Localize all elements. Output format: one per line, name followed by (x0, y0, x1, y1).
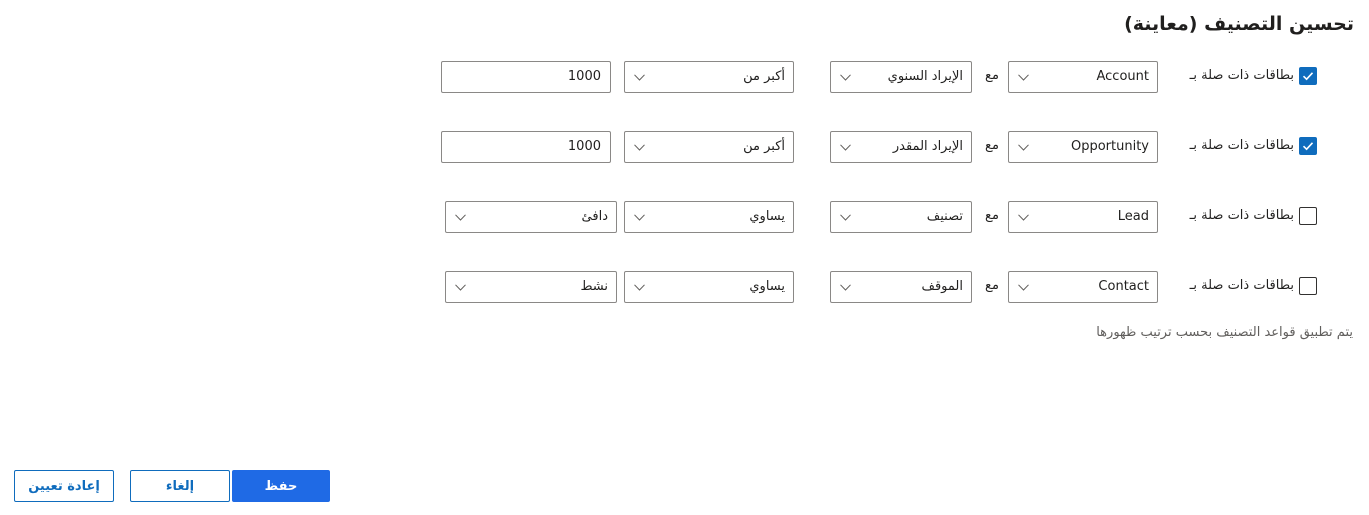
value-dropdown[interactable]: نشط (445, 271, 617, 303)
operator-value: يساوي (749, 209, 785, 224)
save-button[interactable]: حفظ (232, 470, 330, 502)
field-dropdown[interactable]: تصنيف (830, 201, 972, 233)
with-label: مع (985, 208, 999, 223)
value-dropdown[interactable]: دافئ (445, 201, 617, 233)
chevron-down-icon (455, 284, 466, 291)
checkmark-icon (1302, 142, 1314, 151)
chevron-down-icon (634, 214, 645, 221)
operator-value: يساوي (749, 279, 785, 294)
field-value: الإيراد المقدر (892, 139, 963, 154)
chevron-down-icon (455, 214, 466, 221)
rule-row: بطاقات ذات صلة بـ Account مع الإيراد الس… (0, 61, 1369, 93)
rule-label: بطاقات ذات صلة بـ (1189, 138, 1294, 153)
chevron-down-icon (634, 144, 645, 151)
chevron-down-icon (840, 144, 851, 151)
chevron-down-icon (1018, 144, 1029, 151)
operator-dropdown[interactable]: أكبر من (624, 131, 794, 163)
entity-dropdown[interactable]: Contact (1008, 271, 1158, 303)
chevron-down-icon (840, 74, 851, 81)
entity-value: Opportunity (1070, 139, 1149, 154)
rule-checkbox[interactable] (1299, 207, 1317, 225)
chevron-down-icon (840, 214, 851, 221)
field-value: الموقف (921, 279, 963, 294)
chevron-down-icon (634, 284, 645, 291)
value-text: 1000 (567, 69, 601, 84)
checkmark-icon (1302, 72, 1314, 81)
with-label: مع (985, 138, 999, 153)
rule-label: بطاقات ذات صلة بـ (1189, 278, 1294, 293)
field-dropdown[interactable]: الإيراد السنوي (830, 61, 972, 93)
value-text: 1000 (567, 139, 601, 154)
value-text: دافئ (581, 209, 608, 224)
field-dropdown[interactable]: الموقف (830, 271, 972, 303)
operator-dropdown[interactable]: يساوي (624, 271, 794, 303)
entity-value: Lead (1117, 209, 1149, 224)
page-title: تحسين التصنيف (معاينة) (1124, 13, 1354, 35)
rule-checkbox[interactable] (1299, 67, 1317, 85)
rules-order-note: يتم تطبيق قواعد التصنيف بحسب ترتيب ظهوره… (1096, 325, 1353, 340)
field-dropdown[interactable]: الإيراد المقدر (830, 131, 972, 163)
operator-value: أكبر من (743, 69, 785, 84)
with-label: مع (985, 68, 999, 83)
field-value: الإيراد السنوي (887, 69, 963, 84)
rule-row: بطاقات ذات صلة بـ Contact مع الموقف يساو… (0, 271, 1369, 303)
value-input[interactable]: 1000 (441, 131, 611, 163)
cancel-button[interactable]: إلغاء (130, 470, 230, 502)
value-text: نشط (580, 279, 608, 294)
entity-value: Contact (1098, 279, 1149, 294)
value-input[interactable]: 1000 (441, 61, 611, 93)
rule-label: بطاقات ذات صلة بـ (1189, 68, 1294, 83)
entity-dropdown[interactable]: Account (1008, 61, 1158, 93)
chevron-down-icon (1018, 74, 1029, 81)
chevron-down-icon (1018, 214, 1029, 221)
operator-value: أكبر من (743, 139, 785, 154)
rule-row: بطاقات ذات صلة بـ Lead مع تصنيف يساوي دا… (0, 201, 1369, 233)
entity-dropdown[interactable]: Lead (1008, 201, 1158, 233)
rule-row: بطاقات ذات صلة بـ Opportunity مع الإيراد… (0, 131, 1369, 163)
chevron-down-icon (1018, 284, 1029, 291)
operator-dropdown[interactable]: أكبر من (624, 61, 794, 93)
chevron-down-icon (840, 284, 851, 291)
rule-label: بطاقات ذات صلة بـ (1189, 208, 1294, 223)
entity-dropdown[interactable]: Opportunity (1008, 131, 1158, 163)
reset-button[interactable]: إعادة تعيين (14, 470, 114, 502)
field-value: تصنيف (926, 209, 963, 224)
entity-value: Account (1096, 69, 1150, 84)
operator-dropdown[interactable]: يساوي (624, 201, 794, 233)
chevron-down-icon (634, 74, 645, 81)
rule-checkbox[interactable] (1299, 137, 1317, 155)
rule-checkbox[interactable] (1299, 277, 1317, 295)
with-label: مع (985, 278, 999, 293)
